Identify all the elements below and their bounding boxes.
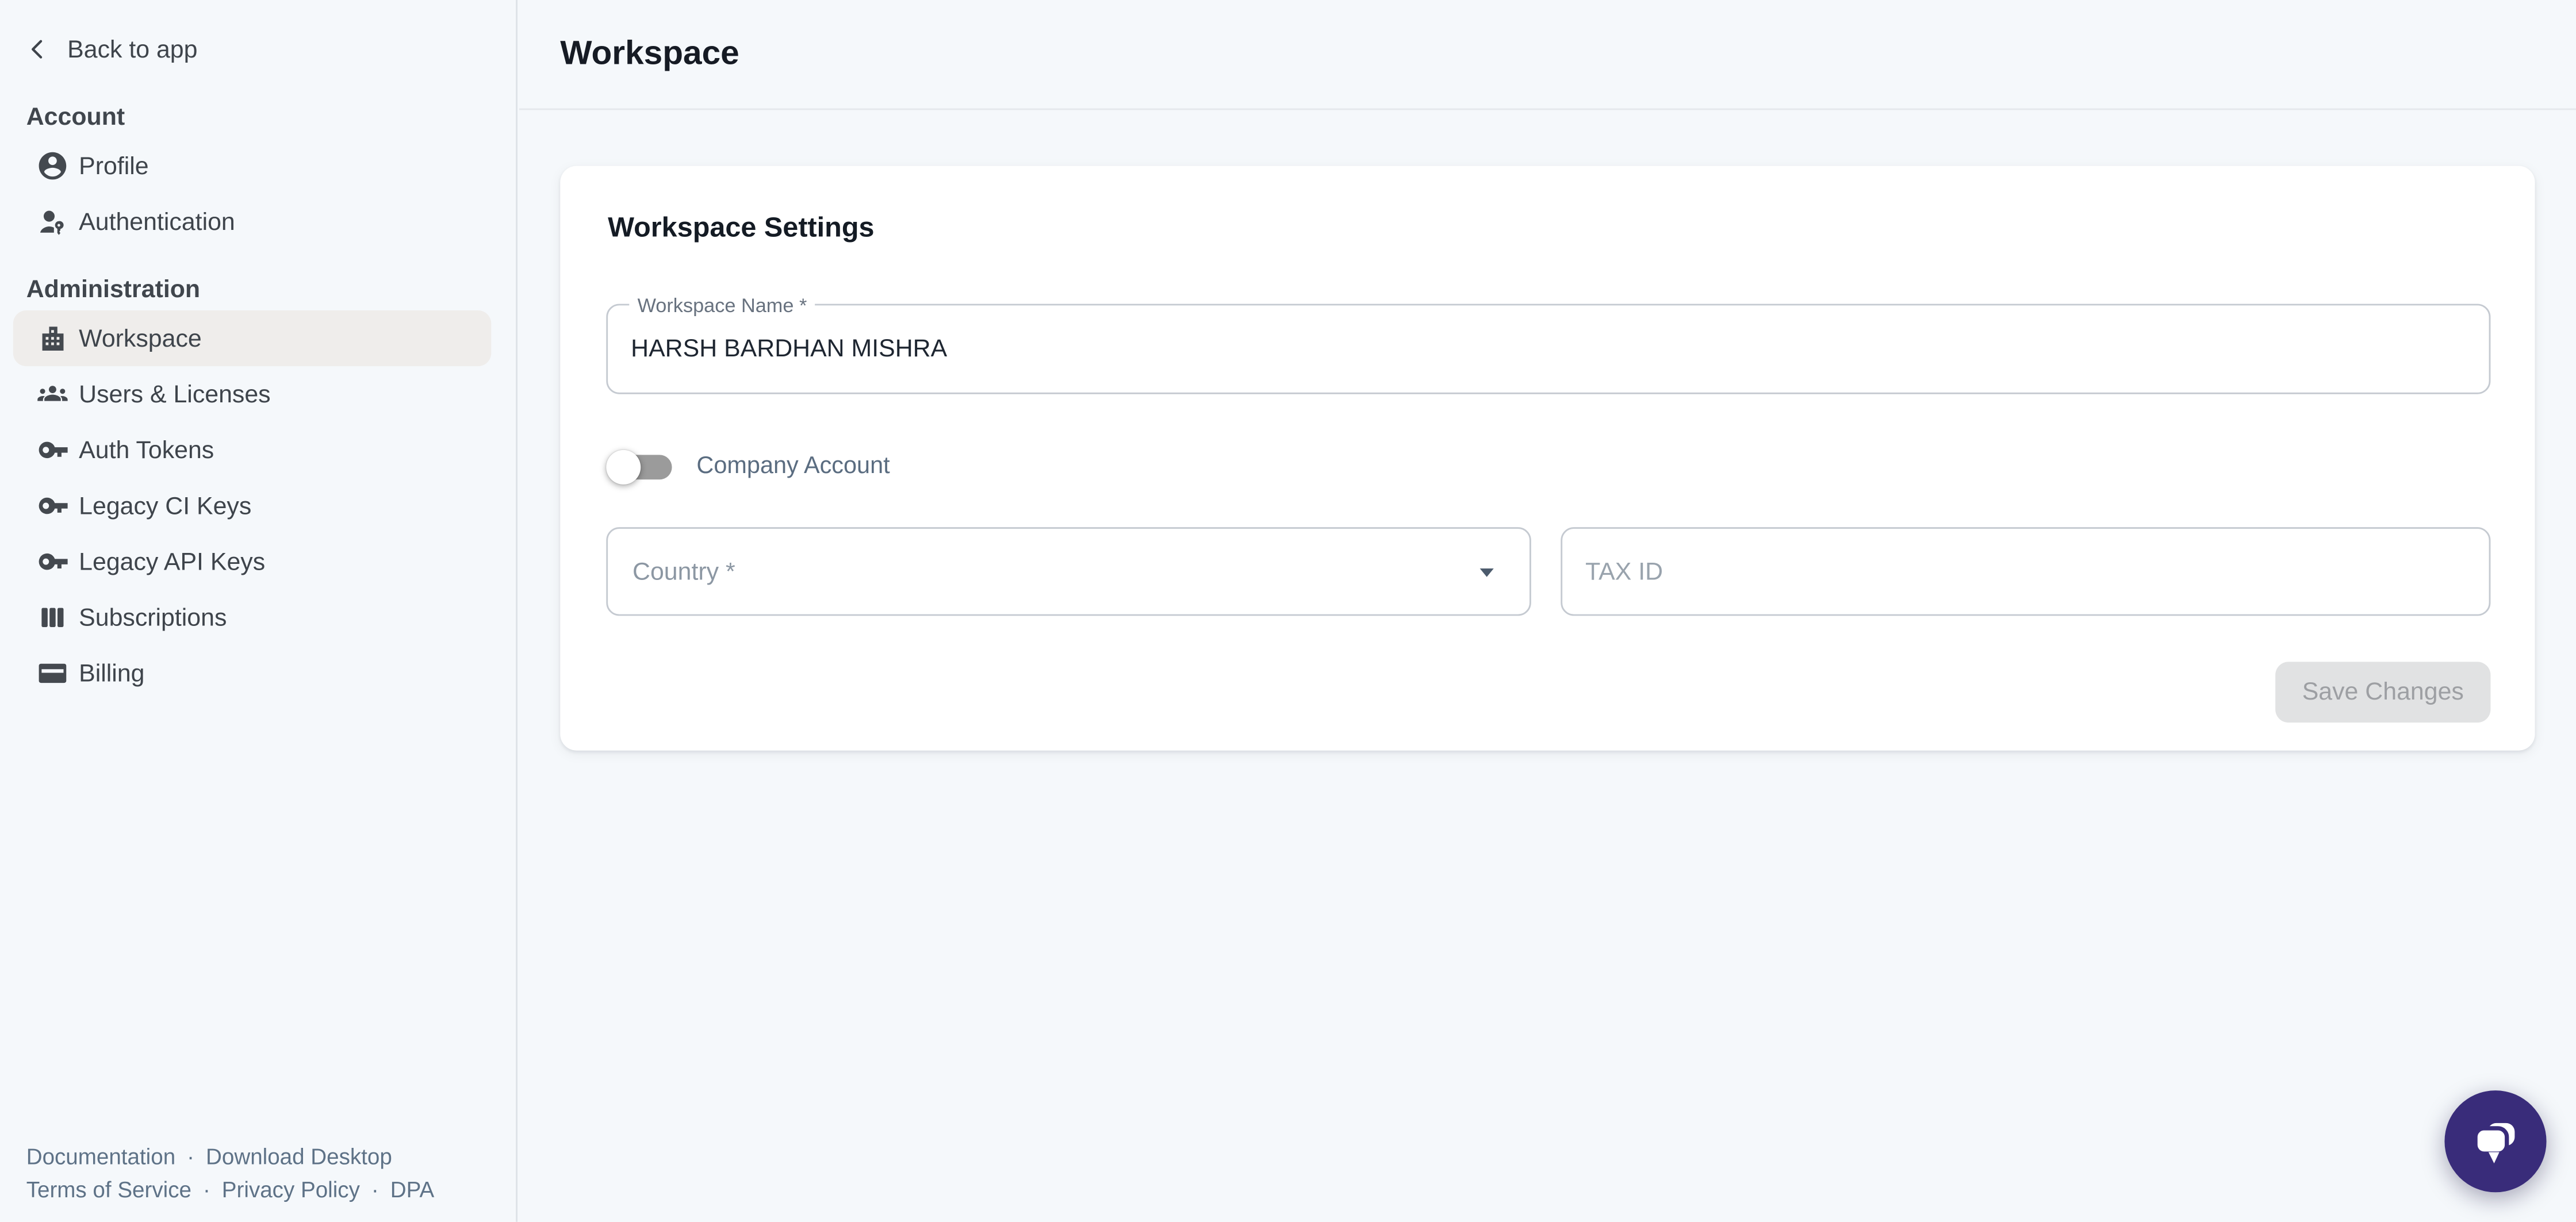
sidebar-item-label: Subscriptions [79, 604, 227, 632]
chat-launcher-button[interactable] [2444, 1090, 2546, 1192]
sidebar-item-legacy-api-keys[interactable]: Legacy API Keys [13, 534, 491, 590]
app-root: Back to app Account Profile Authenticati… [0, 0, 2576, 1222]
sidebar-item-label: Legacy API Keys [79, 548, 265, 576]
footer-link-dpa[interactable]: DPA [390, 1173, 434, 1205]
card-title: Workspace Settings [608, 212, 874, 245]
footer-separator: · [203, 1173, 210, 1205]
sidebar-footer: Documentation · Download Desktop Terms o… [26, 1142, 435, 1205]
main-header: Workspace [519, 0, 2576, 110]
chevron-left-icon [23, 34, 52, 64]
chat-bubbles-icon [2467, 1113, 2523, 1169]
authentication-icon [36, 205, 69, 238]
sidebar-item-authentication[interactable]: Authentication [13, 194, 491, 249]
company-account-row: Company Account [606, 445, 890, 487]
sidebar-item-auth-tokens[interactable]: Auth Tokens [13, 422, 491, 478]
workspace-icon [36, 322, 69, 355]
footer-link-download-desktop[interactable]: Download Desktop [206, 1142, 392, 1174]
key-icon [36, 545, 69, 578]
credit-card-icon [36, 657, 69, 690]
workspace-name-input[interactable] [608, 305, 2489, 392]
footer-link-privacy-policy[interactable]: Privacy Policy [222, 1173, 360, 1205]
sidebar-item-label: Users & Licenses [79, 380, 270, 408]
switch-knob [606, 449, 641, 483]
sidebar-item-subscriptions[interactable]: Subscriptions [13, 590, 491, 645]
company-account-toggle[interactable] [606, 449, 672, 483]
sidebar-item-users-licenses[interactable]: Users & Licenses [13, 366, 491, 422]
sidebar-item-workspace[interactable]: Workspace [13, 310, 491, 366]
section-title-administration: Administration [0, 274, 516, 307]
sidebar-item-label: Authentication [79, 207, 235, 236]
back-to-app-label: Back to app [67, 35, 197, 63]
sidebar-item-profile[interactable]: Profile [13, 138, 491, 194]
page-title: Workspace [560, 34, 739, 74]
footer-link-terms-of-service[interactable]: Terms of Service [26, 1173, 191, 1205]
workspace-name-label: Workspace Name * [629, 294, 815, 317]
sidebar-item-label: Profile [79, 152, 149, 180]
workspace-settings-card: Workspace Settings Workspace Name * Comp… [560, 166, 2535, 751]
sidebar-item-label: Workspace [79, 324, 202, 352]
tax-id-input[interactable] [1562, 529, 2489, 614]
country-select[interactable]: Country * [606, 527, 1531, 616]
sidebar-item-legacy-ci-keys[interactable]: Legacy CI Keys [13, 478, 491, 533]
footer-separator: · [187, 1142, 194, 1174]
tax-id-field [1561, 527, 2490, 616]
sidebar-item-label: Legacy CI Keys [79, 492, 251, 520]
users-icon [36, 378, 69, 410]
company-account-label: Company Account [696, 454, 890, 480]
workspace-name-field: Workspace Name * [606, 304, 2490, 394]
footer-link-documentation[interactable]: Documentation [26, 1142, 175, 1174]
columns-icon [36, 601, 69, 634]
footer-separator: · [371, 1173, 379, 1205]
sidebar-item-label: Auth Tokens [79, 436, 214, 464]
sidebar: Back to app Account Profile Authenticati… [0, 0, 518, 1222]
save-changes-button[interactable]: Save Changes [2275, 662, 2490, 723]
main-content: Workspace Workspace Settings Workspace N… [519, 0, 2576, 1222]
section-title-account: Account [0, 102, 516, 135]
country-placeholder: Country * [632, 558, 735, 586]
sidebar-item-label: Billing [79, 659, 144, 687]
sidebar-item-billing[interactable]: Billing [13, 645, 491, 701]
back-to-app-button[interactable]: Back to app [0, 26, 516, 72]
key-icon [36, 489, 69, 522]
profile-icon [36, 149, 69, 182]
key-icon [36, 433, 69, 466]
chevron-down-icon [1469, 554, 1505, 590]
